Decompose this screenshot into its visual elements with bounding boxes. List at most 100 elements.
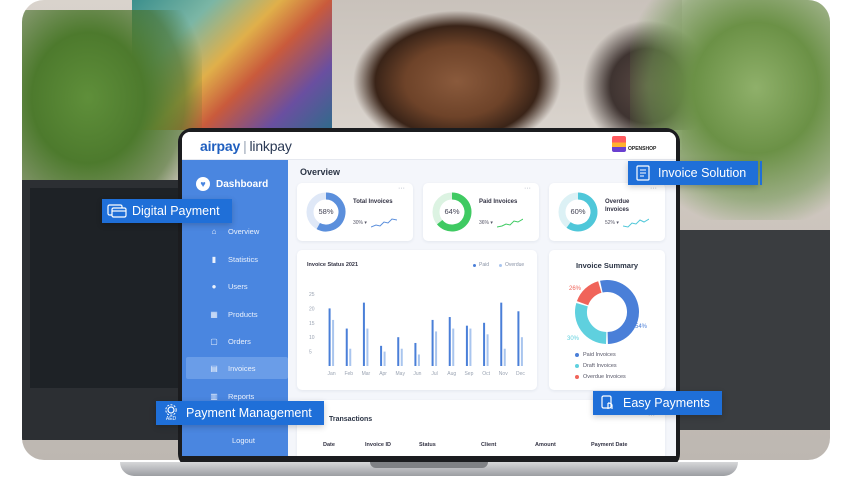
- sidebar-item-label: Users: [228, 281, 248, 291]
- sidebar-item-label: Reports: [228, 391, 255, 401]
- legend-dot: [575, 364, 579, 368]
- bar-paid: [345, 328, 348, 366]
- x-tick-label: Mar: [362, 371, 371, 377]
- callout-label: Digital Payment: [132, 204, 220, 218]
- gear-aed-icon: AED: [156, 401, 186, 425]
- y-tick-label: 20: [309, 306, 315, 312]
- donut-slice: [576, 281, 602, 306]
- invoice-solution-callout: Invoice Solution: [628, 161, 763, 185]
- x-tick-label: May: [396, 371, 406, 377]
- more-options-icon[interactable]: ···: [398, 185, 405, 192]
- x-tick-label: Apr: [379, 371, 387, 377]
- stat-change-value: 52%: [605, 220, 616, 226]
- bar-paid: [431, 319, 434, 366]
- bar-paid: [362, 302, 365, 366]
- invoice-status-card: Invoice Status 2021 Paid Overdue 5 10 15 20…: [297, 250, 537, 390]
- promo-image: airpay | linkpay OPENSHOP ♥ Dashboard ⌂ Ove…: [0, 0, 850, 478]
- digital-payment-callout: Digital Payment: [102, 199, 232, 223]
- stat-card-total[interactable]: 58% Total Invoices 30% ▾ ···: [297, 183, 413, 241]
- stat-card-paid[interactable]: 64% Paid Invoices 36% ▾ ···: [423, 183, 539, 241]
- brand-logo[interactable]: airpay | linkpay: [200, 138, 292, 154]
- more-options-icon[interactable]: ···: [650, 185, 657, 192]
- x-tick-label: Oct: [482, 371, 490, 377]
- stat-change-value: 30%: [353, 220, 364, 226]
- bar-overdue: [366, 328, 369, 366]
- sidebar-item-label: Statistics: [228, 254, 259, 264]
- invoice-summary-donut: 54% 30% 26%: [567, 280, 648, 344]
- x-tick-label: Dec: [516, 371, 525, 377]
- stat-percent: 64%: [444, 207, 460, 216]
- openshop-mark-icon: [612, 136, 626, 152]
- openshop-text: OPENSHOP: [628, 146, 657, 152]
- more-options-icon[interactable]: ···: [524, 185, 531, 192]
- bar-paid: [500, 302, 503, 366]
- aed-badge: AED: [165, 416, 177, 422]
- logout-link[interactable]: Logout: [232, 436, 255, 445]
- y-tick-label: 5: [309, 350, 312, 356]
- column-header-amount[interactable]: Amount: [535, 442, 556, 448]
- man-on-phone: [352, 10, 562, 140]
- sidebar-item-orders[interactable]: ▢ Orders: [186, 330, 288, 352]
- x-tick-label: Jun: [413, 371, 421, 377]
- home-icon: ⌂: [211, 226, 217, 236]
- grid-icon: ▦: [210, 309, 218, 319]
- sidebar-item-label: Invoices: [228, 363, 256, 373]
- sparkline: [371, 218, 397, 228]
- bar-paid: [397, 337, 400, 366]
- bar-overdue: [383, 351, 386, 366]
- summary-legend-draft: Draft Invoices: [575, 363, 617, 369]
- stat-title: Total Invoices: [353, 199, 393, 205]
- column-header-client[interactable]: Client: [481, 442, 496, 448]
- y-tick-label: 25: [309, 292, 315, 298]
- bar-overdue: [452, 328, 455, 366]
- column-header-status[interactable]: Status: [419, 442, 436, 448]
- bar-paid: [448, 317, 451, 366]
- sidebar-item-statistics[interactable]: ▮ Statistics: [186, 248, 288, 270]
- bar-overdue: [400, 348, 403, 366]
- invoice-document-icon: [628, 161, 658, 185]
- easy-payments-callout: Easy Payments: [593, 391, 722, 415]
- stat-percent: 60%: [570, 207, 586, 216]
- slice-label: 26%: [569, 286, 582, 292]
- sidebar-item-users[interactable]: ● Users: [186, 275, 288, 297]
- stat-change-value: 36%: [479, 220, 490, 226]
- bar-paid: [465, 325, 468, 366]
- slice-label: 30%: [567, 336, 580, 342]
- sidebar-item-products[interactable]: ▦ Products: [186, 303, 288, 325]
- report-icon: ▥: [210, 391, 218, 401]
- touch-payment-icon: [593, 391, 623, 415]
- stat-title: Overdue Invoices: [605, 199, 630, 213]
- column-header-date[interactable]: Date: [323, 442, 335, 448]
- sidebar-header[interactable]: ♥ Dashboard: [196, 177, 268, 191]
- bar-paid: [328, 308, 331, 366]
- user-icon: ●: [211, 281, 217, 291]
- summary-legend-paid: Paid Invoices: [575, 352, 616, 358]
- sidebar-item-invoices[interactable]: ▤ Invoices: [186, 357, 288, 379]
- column-header-payment-date[interactable]: Payment Date: [591, 442, 627, 448]
- sidebar-item-overview[interactable]: ⌂ Overview: [186, 220, 288, 242]
- legend-label: Overdue Invoices: [583, 374, 626, 380]
- brand-airpay: airpay: [200, 138, 241, 154]
- stat-card-overdue[interactable]: 60% Overdue Invoices 52% ▾ ···: [549, 183, 665, 241]
- sidebar-item-label: Overview: [228, 226, 260, 236]
- column-header-invoice-id[interactable]: Invoice ID: [365, 442, 391, 448]
- legend-label: Paid Invoices: [583, 352, 616, 358]
- invoice-status-bar-chart: 5 10 15 20 25 Jan Feb Mar Apr May Jun Jul Aug Sep Oct N…: [309, 292, 525, 377]
- bar-chart-icon: ▮: [211, 254, 217, 264]
- sidebar-title: Dashboard: [216, 178, 269, 190]
- bar-paid: [380, 345, 383, 366]
- bar-overdue: [332, 319, 335, 366]
- slice-label: 54%: [635, 324, 648, 330]
- bar-paid: [414, 342, 417, 366]
- callout-label: Payment Management: [186, 406, 312, 420]
- bar-overdue: [417, 354, 420, 366]
- summary-legend-overdue: Overdue Invoices: [575, 374, 626, 380]
- page-title: Overview: [300, 167, 341, 177]
- stat-percent: 58%: [318, 207, 334, 216]
- bar-paid: [517, 311, 520, 366]
- legend-dot: [575, 353, 579, 357]
- sparkline: [497, 218, 523, 228]
- bar-overdue: [469, 328, 472, 366]
- openshop-logo: OPENSHOP: [612, 136, 660, 156]
- bar-overdue: [435, 331, 438, 366]
